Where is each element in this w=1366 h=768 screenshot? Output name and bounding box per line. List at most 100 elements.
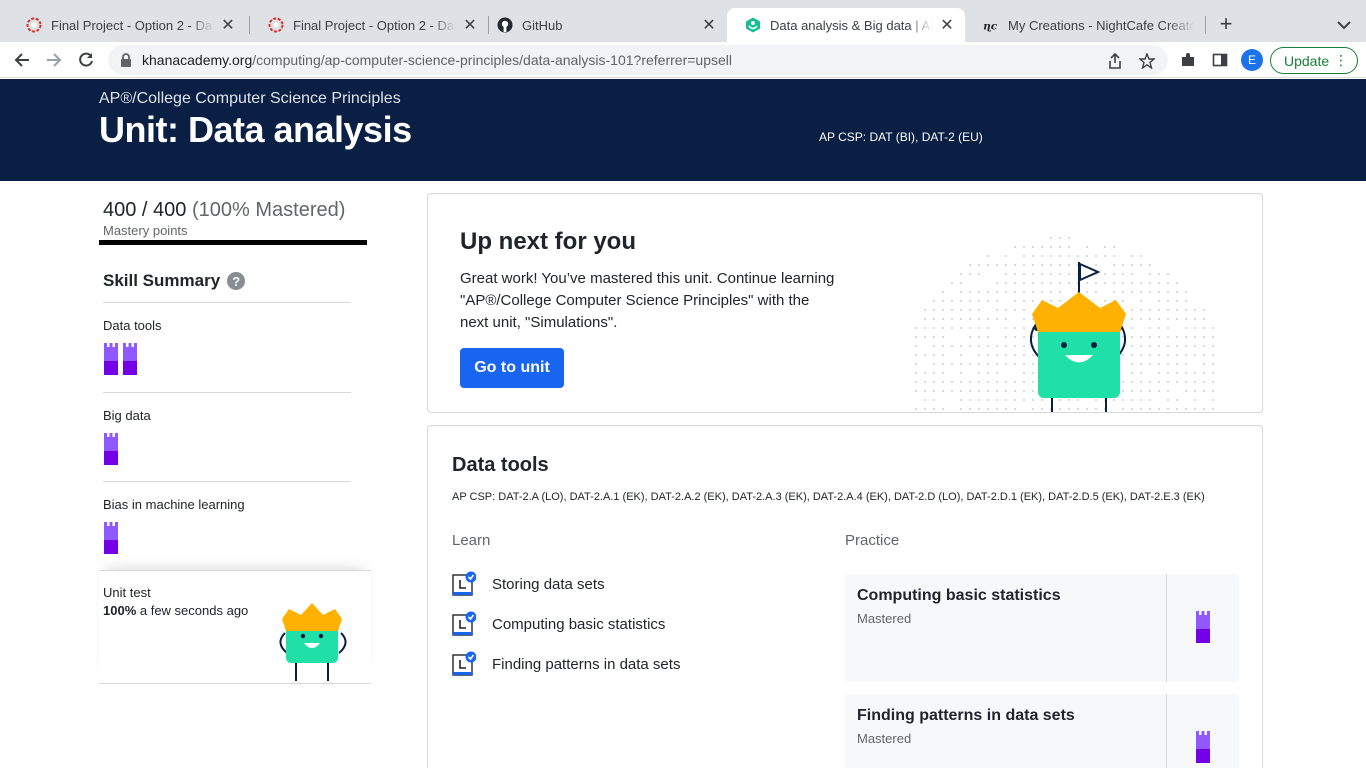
unit-test-item[interactable]: Unit test 100% a few seconds ago [99, 570, 371, 684]
browser-tab-2[interactable]: Final Project - Option 2 - Data analysis… [250, 8, 488, 42]
halo-dot [915, 345, 917, 347]
halo-dot [1032, 246, 1034, 248]
halo-dot [1005, 354, 1007, 356]
bookmark-star-icon[interactable] [1138, 52, 1156, 70]
halo-dot [915, 390, 917, 392]
course-title[interactable]: AP®/College Computer Science Principles [99, 90, 401, 108]
halo-dot [1158, 372, 1160, 374]
halo-dot [1185, 363, 1187, 365]
halo-dot [1068, 255, 1070, 257]
halo-dot [933, 318, 935, 320]
halo-dot [1014, 291, 1016, 293]
halo-dot [1014, 381, 1016, 383]
close-tab-icon[interactable]: ✕ [939, 17, 955, 33]
forward-button[interactable] [42, 48, 66, 72]
halo-dot [1176, 408, 1178, 410]
halo-dot [1167, 282, 1169, 284]
help-icon[interactable]: ? [227, 272, 245, 290]
browser-tab-5[interactable]: ɳc My Creations - NightCafe Creator [965, 8, 1205, 42]
halo-dot [1176, 309, 1178, 311]
halo-dot [1149, 282, 1151, 284]
close-tab-icon[interactable]: ✕ [462, 17, 478, 33]
halo-dot [1104, 246, 1106, 248]
halo-dot [1212, 327, 1214, 329]
halo-dot [933, 336, 935, 338]
mastered-castle-icon [104, 433, 118, 465]
unit-test-score: 100% [103, 603, 136, 618]
tab-search-icon[interactable] [1334, 15, 1354, 35]
halo-dot [942, 390, 944, 392]
halo-dot [933, 363, 935, 365]
learn-item[interactable]: Storing data sets [452, 571, 605, 597]
halo-dot [1158, 390, 1160, 392]
halo-dot [924, 354, 926, 356]
halo-dot [1014, 327, 1016, 329]
side-panel-button[interactable] [1208, 48, 1232, 72]
reload-button[interactable] [74, 48, 98, 72]
address-bar[interactable]: khanacademy.org/computing/ap-computer-sc… [108, 45, 1168, 75]
halo-dot [942, 309, 944, 311]
halo-dot [951, 363, 953, 365]
go-to-unit-button[interactable]: Go to unit [460, 348, 564, 388]
halo-dot [960, 345, 962, 347]
halo-dot [969, 363, 971, 365]
skill-item-big-data[interactable]: Big data [103, 392, 351, 481]
learn-item[interactable]: Computing basic statistics [452, 611, 665, 637]
back-button[interactable] [10, 48, 34, 72]
halo-dot [1203, 345, 1205, 347]
halo-dot [1176, 345, 1178, 347]
halo-dot [1005, 318, 1007, 320]
halo-dot [969, 336, 971, 338]
halo-dot [1149, 273, 1151, 275]
halo-dot [996, 372, 998, 374]
mascot-illustration [275, 603, 351, 688]
browser-tab-3[interactable]: GitHub ✕ [479, 8, 727, 42]
halo-dot [1014, 300, 1016, 302]
halo-dot [1050, 246, 1052, 248]
mascot-with-flag-illustration [1022, 258, 1142, 413]
learn-item-label: Storing data sets [492, 576, 605, 593]
halo-dot [978, 300, 980, 302]
lesson-card-data-tools: Data tools AP CSP: DAT-2.A (LO), DAT-2.A… [427, 425, 1263, 768]
close-tab-icon[interactable]: ✕ [701, 17, 717, 33]
halo-dot [996, 408, 998, 410]
mastery-icons [104, 343, 137, 375]
halo-dot [1167, 372, 1169, 374]
skill-item-bias-in-machine-learning[interactable]: Bias in machine learning [103, 481, 351, 570]
reload-icon [78, 52, 94, 68]
learn-item[interactable]: Finding patterns in data sets [452, 651, 680, 677]
halo-dot [1149, 309, 1151, 311]
halo-dot [960, 327, 962, 329]
halo-dot [1005, 399, 1007, 401]
github-icon [497, 17, 513, 33]
halo-dot [996, 363, 998, 365]
halo-dot [1014, 273, 1016, 275]
halo-dot [1203, 336, 1205, 338]
halo-dot [1167, 345, 1169, 347]
completed-article-icon [452, 571, 476, 597]
skill-item-data-tools[interactable]: Data tools [103, 302, 351, 392]
tab-title: My Creations - NightCafe Creator [1008, 18, 1195, 33]
new-tab-button[interactable]: + [1214, 13, 1238, 37]
practice-title: Computing basic statistics [857, 587, 1061, 605]
kebab-menu-icon[interactable]: ⋮ [1334, 52, 1347, 68]
close-tab-icon[interactable]: ✕ [220, 17, 236, 33]
halo-dot [942, 354, 944, 356]
practice-card[interactable]: Finding patterns in data sets Mastered [845, 694, 1239, 768]
halo-dot [1014, 282, 1016, 284]
halo-dot [1041, 255, 1043, 257]
browser-tab-1[interactable]: Final Project - Option 2 - Data analysis… [8, 8, 246, 42]
practice-card[interactable]: Computing basic statistics Mastered [845, 574, 1239, 682]
extensions-button[interactable] [1176, 48, 1200, 72]
share-icon[interactable] [1106, 52, 1124, 70]
lesson-title[interactable]: Data tools [452, 454, 549, 477]
halo-dot [933, 300, 935, 302]
halo-dot [996, 399, 998, 401]
halo-dot [978, 354, 980, 356]
browser-tab-4-active[interactable]: Data analysis & Big data | AP CSP ✕ [727, 8, 965, 42]
halo-dot [1194, 345, 1196, 347]
khan-academy-icon [745, 17, 761, 33]
halo-dot [1185, 354, 1187, 356]
profile-avatar[interactable]: E [1241, 49, 1263, 71]
update-button[interactable]: Update ⋮ [1270, 47, 1358, 74]
